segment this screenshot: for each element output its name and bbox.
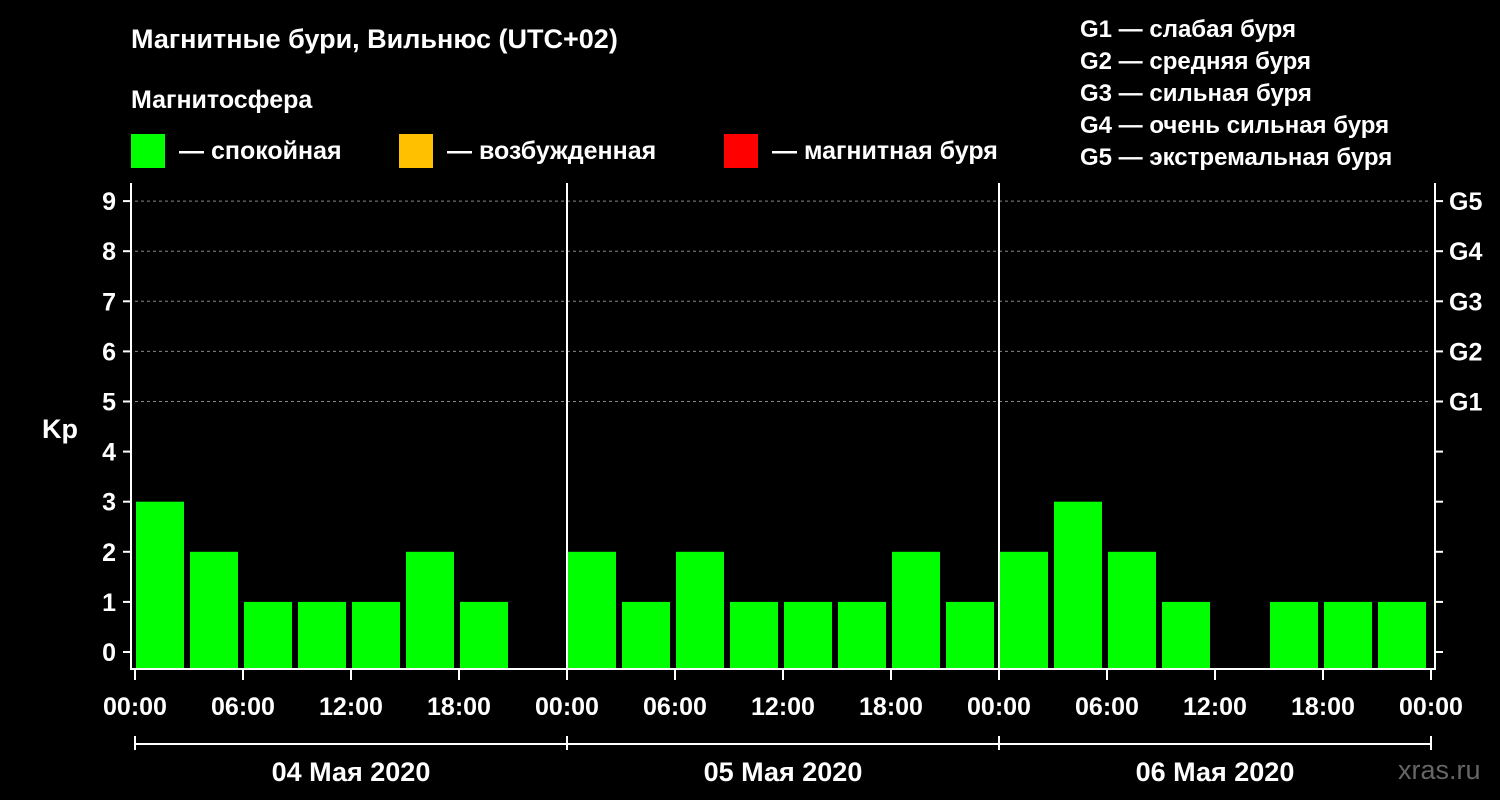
g-axis-label-g5: G5 <box>1449 188 1482 216</box>
kp-bar <box>784 601 832 668</box>
kp-bar <box>1378 601 1426 668</box>
x-tick-label: 18:00 <box>859 693 923 721</box>
x-tick-label: 06:00 <box>211 693 275 721</box>
x-tick-label: 18:00 <box>1291 693 1355 721</box>
day-label: 05 Мая 2020 <box>704 757 863 787</box>
x-tick-label: 00:00 <box>967 693 1031 721</box>
kp-bar <box>244 601 292 668</box>
y-axis-title: Kp <box>42 414 78 444</box>
kp-bar <box>1000 551 1048 668</box>
kp-bar <box>136 501 184 668</box>
kp-bar <box>406 551 454 668</box>
day-label: 06 Мая 2020 <box>1136 757 1295 787</box>
y-tick-label: 4 <box>102 439 116 467</box>
g-axis-label-g3: G3 <box>1449 288 1482 316</box>
y-tick-label: 0 <box>102 639 116 667</box>
y-tick-label: 5 <box>102 389 116 417</box>
y-tick-label: 8 <box>102 238 116 266</box>
x-tick-label: 12:00 <box>1183 693 1247 721</box>
x-tick-label: 00:00 <box>535 693 599 721</box>
kp-bar <box>1324 601 1372 668</box>
y-tick-label: 9 <box>102 188 116 216</box>
x-tick-label: 12:00 <box>751 693 815 721</box>
x-tick-label: 18:00 <box>427 693 491 721</box>
kp-bar <box>352 601 400 668</box>
day-label: 04 Мая 2020 <box>272 757 431 787</box>
g-axis-label-g2: G2 <box>1449 338 1482 366</box>
x-tick-label: 12:00 <box>319 693 383 721</box>
y-tick-label: 7 <box>102 288 116 316</box>
kp-bar <box>190 551 238 668</box>
kp-bar <box>568 551 616 668</box>
kp-bar <box>622 601 670 668</box>
x-tick-label: 00:00 <box>1399 693 1463 721</box>
kp-bar <box>460 601 508 668</box>
kp-bar <box>1054 501 1102 668</box>
g-axis-label-g4: G4 <box>1449 238 1482 266</box>
kp-bar <box>298 601 346 668</box>
watermark: xras.ru <box>1398 755 1481 785</box>
y-tick-label: 2 <box>102 539 116 567</box>
g-axis-label-g1: G1 <box>1449 389 1482 417</box>
kp-bar-chart: 0 1 2 3 4 5 6 7 8 9 G1 G2 G3 G4 G5 Kp 00:00 06:00 12:00 18:… <box>42 183 1482 787</box>
kp-bar <box>838 601 886 668</box>
y-tick-label: 3 <box>102 489 116 517</box>
y-tick-label: 6 <box>102 338 116 366</box>
kp-bar <box>946 601 994 668</box>
y-tick-label: 1 <box>102 589 116 617</box>
x-tick-label: 06:00 <box>643 693 707 721</box>
kp-bar <box>676 551 724 668</box>
kp-bar <box>1270 601 1318 668</box>
x-tick-label: 00:00 <box>103 693 167 721</box>
kp-bar <box>1108 551 1156 668</box>
kp-bar <box>1162 601 1210 668</box>
kp-bar <box>730 601 778 668</box>
kp-bar <box>892 551 940 668</box>
x-tick-label: 06:00 <box>1075 693 1139 721</box>
